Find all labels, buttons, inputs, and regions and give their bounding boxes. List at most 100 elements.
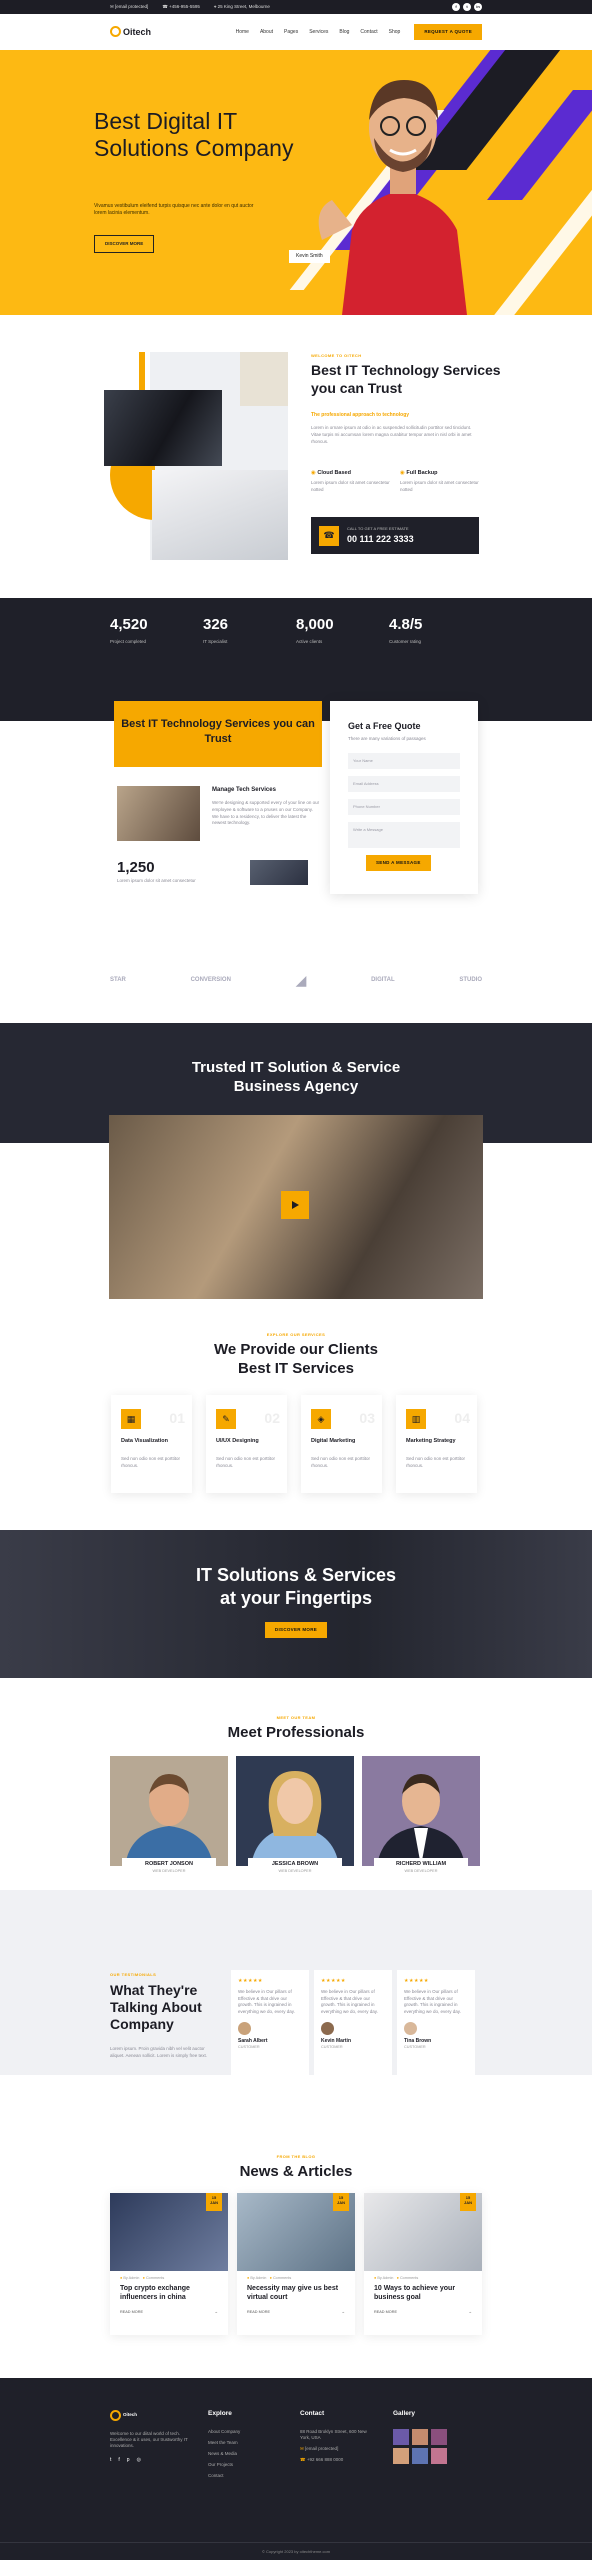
play-icon: [292, 1201, 299, 1209]
logo-star[interactable]: STAR: [110, 976, 126, 984]
footer-link[interactable]: Meet the Team: [208, 2440, 240, 2446]
rating-stars: ★★★★★: [321, 1978, 346, 1984]
news-card-court[interactable]: 15 JAN ● By Admin ● Comments Necessity ma…: [237, 2193, 355, 2335]
copyright: © Copyright 2023 by oitechtheme.com: [0, 2542, 592, 2554]
footer-contact: Contact 88 Road Broklyn Street, 600 New …: [300, 2410, 370, 2468]
cloud-icon: ◉: [311, 470, 316, 476]
twitter-icon[interactable]: t: [463, 3, 471, 11]
date-badge: 15 JAN: [206, 2193, 222, 2211]
top-bar: ✉ [email protected] ☎ +456-955-5595 ⌖ 25…: [0, 0, 592, 14]
logo-digital[interactable]: DIGITAL: [371, 976, 395, 984]
about-image-laptop: [152, 470, 288, 560]
news-card-crypto[interactable]: 15 JAN ● By Admin ● Comments Top crypto e…: [110, 2193, 228, 2335]
team-tag: MEET OUR TEAM: [276, 1715, 316, 1720]
email-text[interactable]: ✉ [email protected]: [110, 4, 148, 10]
team-card-jessica[interactable]: JESSICA BROWN WEB DEVELOPER: [236, 1756, 354, 1880]
nav-item-about[interactable]: About: [260, 29, 273, 36]
about-image-plant: [240, 352, 288, 406]
hero-text: Vivamus vestibulum eleifend turpis quisq…: [94, 203, 254, 216]
testimonials-text: Lorem ipsum. Proin gravida nibh vel veli…: [110, 2046, 208, 2058]
testimonials-title: What They're Talking About Company: [110, 1982, 202, 2032]
backup-icon: ◉: [400, 470, 405, 476]
instagram-icon[interactable]: ◎: [137, 2457, 141, 2464]
service-card-uiux[interactable]: 02 ✎ UI/UX Designing Sed non odio non es…: [206, 1395, 287, 1493]
play-button[interactable]: [281, 1191, 309, 1219]
send-message-button[interactable]: SEND A MESSAGE: [366, 854, 431, 871]
nav-item-blog[interactable]: Blog: [339, 29, 349, 36]
footer-link[interactable]: About Company: [208, 2429, 240, 2435]
nav-menu: Home About Pages Services Blog Contact S…: [236, 29, 401, 36]
news-card-business[interactable]: 15 JAN ● By Admin ● Comments 10 Ways to a…: [364, 2193, 482, 2335]
logo-studio[interactable]: STUDIO: [459, 976, 482, 984]
logo-leaf[interactable]: ◢: [296, 971, 307, 990]
nav-item-home[interactable]: Home: [236, 29, 249, 36]
email-field[interactable]: Email Address: [348, 775, 460, 792]
call-box[interactable]: ☎ CALL TO GET A FREE ESTIMATE 00 111 222…: [311, 517, 479, 554]
footer-link[interactable]: News & Media: [208, 2451, 240, 2457]
small-image: [250, 860, 308, 885]
team-card-richerd[interactable]: RICHERD WILLIAM WEB DEVELOPER: [362, 1756, 480, 1880]
avatar: [404, 2021, 417, 2035]
gallery-thumb[interactable]: [412, 2428, 428, 2445]
footer-about-text: Welcome to our diital world of tech. Exc…: [110, 2431, 188, 2449]
news-headline[interactable]: Top crypto exchange influencers in china: [110, 2281, 228, 2302]
phone-text[interactable]: ☎ +456-955-5595: [162, 4, 200, 10]
service-card-data[interactable]: 01 ▦ Data Visualization Sed non odio non…: [111, 1395, 192, 1493]
date-badge: 15 JAN: [460, 2193, 476, 2211]
arrow-icon[interactable]: →: [214, 2310, 218, 2315]
footer-link[interactable]: Contact: [208, 2473, 240, 2479]
nav-item-pages[interactable]: Pages: [284, 29, 298, 36]
read-more-link[interactable]: READ MORE: [374, 2310, 397, 2315]
read-more-link[interactable]: READ MORE: [247, 2310, 270, 2315]
news-headline[interactable]: 10 Ways to achieve your business goal: [364, 2281, 482, 2302]
request-quote-button[interactable]: REQUEST A QUOTE: [414, 23, 482, 41]
arrow-icon[interactable]: →: [341, 2310, 345, 2315]
facebook-icon[interactable]: f: [118, 2457, 119, 2464]
chart-icon: ▦: [121, 1409, 141, 1429]
arrow-icon[interactable]: →: [468, 2310, 472, 2315]
gallery-thumb[interactable]: [393, 2428, 409, 2445]
nav-item-shop[interactable]: Shop: [389, 29, 401, 36]
team-card-robert[interactable]: ROBERT JONSON WEB DEVELOPER: [110, 1756, 228, 1880]
phone-field[interactable]: Phone Number: [348, 798, 460, 815]
logo[interactable]: Oitech: [110, 26, 151, 38]
design-icon: ✎: [216, 1409, 236, 1429]
service-card-strategy[interactable]: 04 ▥ Marketing Strategy Sed non odio non…: [396, 1395, 477, 1493]
gallery-thumb[interactable]: [431, 2428, 447, 2445]
gallery-thumb[interactable]: [412, 2447, 428, 2464]
facebook-icon[interactable]: f: [452, 3, 460, 11]
count-label: Lorem ipsum dolor sit amet consectetur: [117, 878, 196, 883]
news-image: 15 JAN: [110, 2193, 228, 2271]
footer-gallery: Gallery: [393, 2410, 447, 2469]
footer-phone[interactable]: ☎ +92 666 888 0000: [300, 2457, 370, 2463]
pinterest-icon[interactable]: p: [127, 2457, 130, 2464]
call-number: 00 111 222 3333: [347, 534, 414, 545]
about-title: Best IT Technology Services you can Trus…: [311, 362, 501, 396]
footer-link[interactable]: Our Projects: [208, 2462, 240, 2468]
message-field[interactable]: Write a Message: [348, 821, 460, 848]
video-thumbnail[interactable]: [109, 1115, 483, 1299]
gallery-thumb[interactable]: [393, 2447, 409, 2464]
name-field[interactable]: Your Name: [348, 752, 460, 769]
gallery-thumb[interactable]: [431, 2447, 447, 2464]
service-card-marketing[interactable]: 03 ◈ Digital Marketing Sed non odio non …: [301, 1395, 382, 1493]
nav-item-services[interactable]: Services: [309, 29, 328, 36]
twitter-icon[interactable]: t: [110, 2457, 111, 2464]
footer-email[interactable]: ✉ [email protected]: [300, 2446, 370, 2452]
cta-discover-button[interactable]: DISCOVER MORE: [264, 1622, 328, 1639]
news-headline[interactable]: Necessity may give us best virtual court: [237, 2281, 355, 2302]
trusted-title: Trusted IT Solution & Service Business A…: [191, 1059, 401, 1095]
tech-services-block: Manage Tech Services We're designing & s…: [212, 786, 320, 827]
phone-icon: ☎: [319, 525, 339, 546]
discover-more-button[interactable]: DISCOVER MORE: [94, 235, 155, 254]
feature-backup: ◉ Full Backup Lorem ipsum dolor sit amet…: [400, 470, 479, 493]
logo-conversion[interactable]: CONVERSION: [191, 976, 231, 984]
call-label: CALL TO GET A FREE ESTIMATE: [347, 525, 409, 531]
nav-item-contact[interactable]: Contact: [360, 29, 377, 36]
testimonials-tag: OUR TESTIMONIALS: [110, 1972, 157, 1977]
linkedin-icon[interactable]: in: [474, 3, 482, 11]
about-tag: WELCOME TO OITECH: [311, 353, 362, 358]
jessica-photo: [236, 1756, 354, 1866]
footer-logo[interactable]: Oitech: [110, 2410, 190, 2421]
read-more-link[interactable]: READ MORE: [120, 2310, 143, 2315]
